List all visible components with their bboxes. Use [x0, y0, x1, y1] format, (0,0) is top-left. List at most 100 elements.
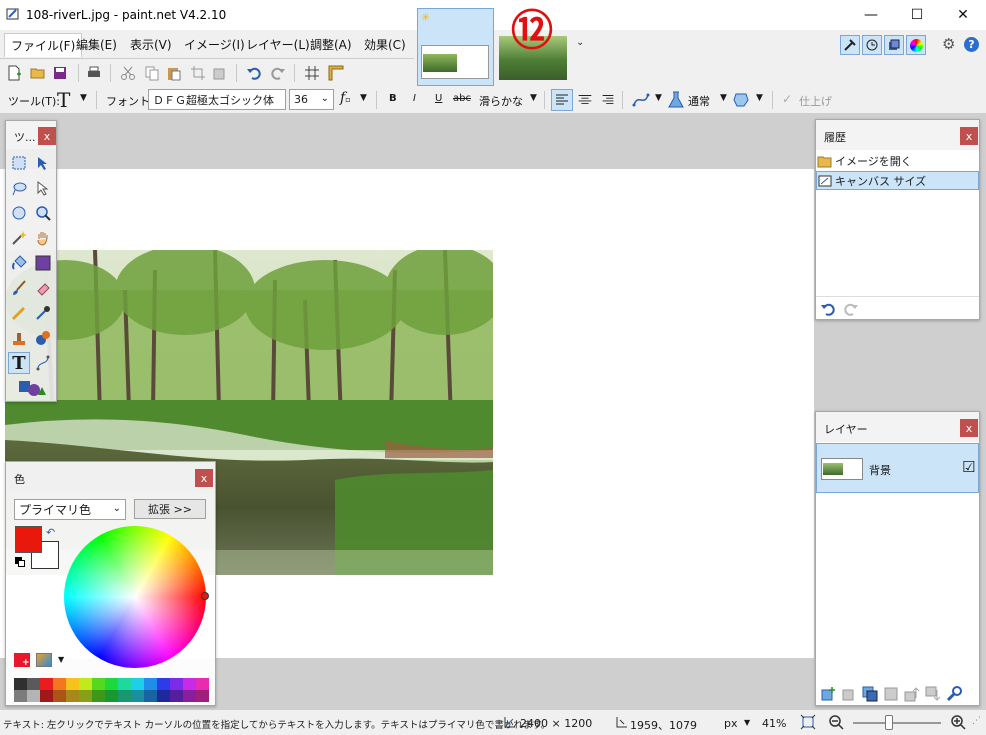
antialias-curve-icon[interactable]	[632, 91, 650, 109]
zoom-level[interactable]: 41%	[762, 717, 786, 730]
text-tool-icon[interactable]: T	[8, 352, 30, 374]
font-family-icon[interactable]: f▫	[340, 90, 351, 106]
ruler-icon[interactable]	[328, 65, 344, 81]
move-layer-up-icon[interactable]	[904, 686, 920, 702]
palette-swatch[interactable]	[131, 678, 144, 690]
delete-layer-icon[interactable]	[841, 686, 857, 702]
zoom-in-icon[interactable]	[950, 714, 966, 730]
copy-icon[interactable]	[144, 65, 160, 81]
paintbrush-icon[interactable]	[8, 277, 30, 299]
add-layer-icon[interactable]	[820, 686, 836, 702]
current-tool-text-icon[interactable]: T	[57, 88, 70, 112]
strikethrough-button[interactable]: abc	[453, 93, 471, 104]
font-dropdown-chevron-icon[interactable]: ▼	[360, 93, 367, 103]
cut-icon[interactable]	[120, 65, 136, 81]
gradient-icon[interactable]	[32, 252, 54, 274]
menu-view[interactable]: 表示(V)	[130, 36, 172, 53]
history-undo-icon[interactable]	[820, 302, 836, 316]
layers-toggle-icon[interactable]	[884, 35, 904, 55]
bold-button[interactable]: B	[389, 93, 397, 104]
deselect-icon[interactable]	[212, 65, 228, 81]
rectangle-select-icon[interactable]	[8, 152, 30, 174]
grid-icon[interactable]	[304, 65, 320, 81]
move-selection-icon[interactable]	[32, 152, 54, 174]
palette-swatch[interactable]	[196, 678, 209, 690]
menu-file[interactable]: ファイル(F)	[4, 33, 83, 57]
help-icon[interactable]: ?	[964, 37, 979, 52]
move-selected-icon[interactable]	[32, 177, 54, 199]
zoom-icon[interactable]	[32, 202, 54, 224]
palette-swatch[interactable]	[118, 690, 131, 702]
align-right-icon[interactable]	[599, 91, 617, 109]
zoom-slider-track[interactable]	[853, 722, 941, 724]
eraser-icon[interactable]	[32, 277, 54, 299]
layer-properties-wrench-icon[interactable]	[946, 686, 962, 702]
tools-panel-close-button[interactable]: x	[38, 127, 56, 145]
primary-color-swatch[interactable]	[15, 526, 42, 553]
line-curve-icon[interactable]	[32, 352, 54, 374]
ellipse-select-icon[interactable]	[8, 202, 30, 224]
font-size-combobox[interactable]: 36 ⌄	[289, 89, 334, 110]
menu-layers[interactable]: レイヤー(L)	[246, 36, 310, 53]
expand-button[interactable]: 拡張 >>	[134, 499, 206, 519]
palette-swatch[interactable]	[14, 690, 27, 702]
tabs-overflow-chevron-icon[interactable]: ⌄	[576, 37, 584, 48]
minimize-button[interactable]: —	[848, 0, 894, 30]
close-button[interactable]: ✕	[940, 0, 986, 30]
tool-dropdown-chevron-icon[interactable]: ▼	[80, 93, 87, 103]
blend-chevron-icon[interactable]: ▼	[720, 93, 727, 103]
units-chevron-icon[interactable]: ▼	[744, 718, 750, 727]
shapes-icon[interactable]	[16, 377, 48, 399]
palette-swatch[interactable]	[144, 678, 157, 690]
palette-swatch[interactable]	[66, 678, 79, 690]
duplicate-layer-icon[interactable]	[862, 686, 878, 702]
pan-hand-icon[interactable]	[32, 227, 54, 249]
palette-swatch[interactable]	[131, 690, 144, 702]
redo-icon[interactable]	[270, 65, 286, 81]
add-color-icon[interactable]: +	[14, 653, 30, 668]
palette-swatch[interactable]	[196, 690, 209, 702]
history-item[interactable]: イメージを開く	[816, 151, 979, 170]
layer-visibility-checkbox[interactable]: ☑	[962, 458, 975, 476]
palette-swatch[interactable]	[170, 690, 183, 702]
palette-swatch[interactable]	[92, 678, 105, 690]
palette-swatch[interactable]	[53, 690, 66, 702]
palette-swatch[interactable]	[53, 678, 66, 690]
color-picker-icon[interactable]	[32, 302, 54, 324]
open-folder-icon[interactable]	[30, 65, 46, 81]
color-wheel[interactable]	[64, 526, 206, 668]
colors-toggle-icon[interactable]	[906, 35, 926, 55]
colors-panel-close-button[interactable]: x	[195, 469, 213, 487]
selection-mode-icon[interactable]	[732, 91, 750, 109]
palette-swatch[interactable]	[27, 690, 40, 702]
layers-panel-close-button[interactable]: x	[960, 419, 978, 437]
history-item-selected[interactable]: キャンバス サイズ	[816, 171, 979, 190]
menu-image[interactable]: イメージ(I)	[184, 36, 245, 53]
zoom-fit-icon[interactable]	[800, 714, 816, 730]
lasso-select-icon[interactable]	[8, 177, 30, 199]
pencil-icon[interactable]	[8, 302, 30, 324]
paint-bucket-icon[interactable]	[8, 252, 30, 274]
history-toggle-icon[interactable]	[862, 35, 882, 55]
selection-chevron-icon[interactable]: ▼	[756, 93, 763, 103]
magic-wand-icon[interactable]	[8, 227, 30, 249]
font-combobox[interactable]: ＤＦＧ超極太ゴシック体	[148, 89, 286, 110]
palette-swatch[interactable]	[105, 690, 118, 702]
tools-toggle-icon[interactable]	[840, 35, 860, 55]
image-tab-new[interactable]: ✳	[417, 8, 494, 86]
curve-chevron-icon[interactable]: ▼	[655, 93, 662, 103]
palette-swatch[interactable]	[14, 678, 27, 690]
palette-swatch[interactable]	[66, 690, 79, 702]
recolor-icon[interactable]	[32, 327, 54, 349]
antialiasing-value[interactable]: 滑らかな	[479, 93, 523, 109]
palette-swatch[interactable]	[92, 690, 105, 702]
palette-swatch[interactable]	[183, 690, 196, 702]
clone-stamp-icon[interactable]	[8, 327, 30, 349]
align-left-icon[interactable]	[551, 89, 573, 111]
align-center-icon[interactable]	[576, 91, 594, 109]
palette-swatch[interactable]	[79, 690, 92, 702]
reset-colors-icon[interactable]	[15, 557, 25, 567]
palette-chevron-icon[interactable]: ▼	[58, 655, 64, 664]
blend-mode-value[interactable]: 通常	[688, 93, 710, 109]
crop-icon[interactable]	[190, 65, 206, 81]
